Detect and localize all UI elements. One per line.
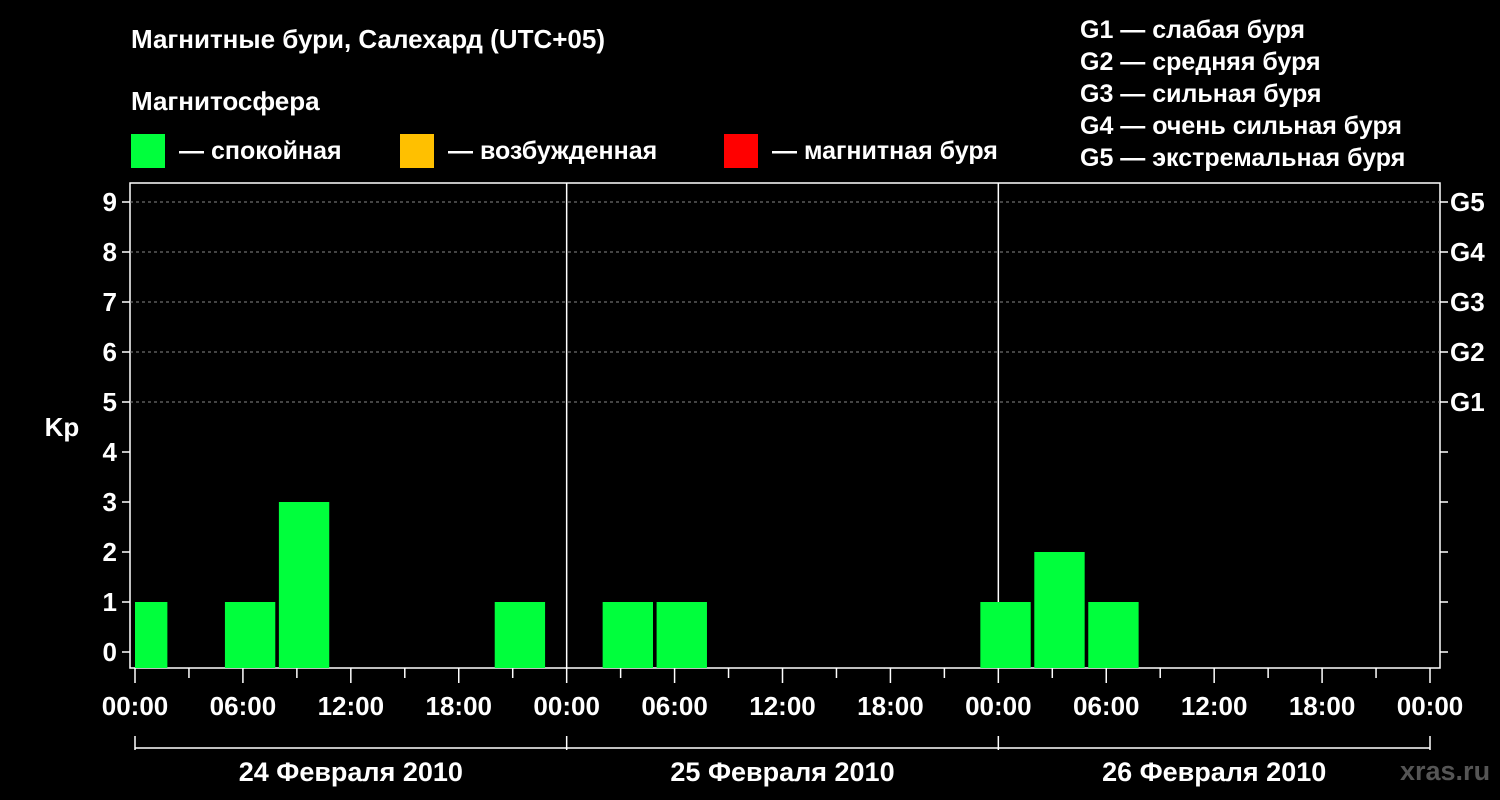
y-tick-label: 9 xyxy=(103,187,117,217)
kp-bar xyxy=(135,602,168,668)
y-axis-label: Kp xyxy=(45,412,80,442)
y-tick-label: 0 xyxy=(103,637,117,667)
kp-bar xyxy=(278,502,330,668)
kp-bar xyxy=(1034,552,1085,668)
g-level-label: G1 xyxy=(1450,387,1485,417)
x-tick-label: 06:00 xyxy=(641,691,708,721)
kp-bar xyxy=(494,602,546,668)
day-label: 25 Февраля 2010 xyxy=(670,757,894,787)
y-tick-label: 8 xyxy=(103,237,117,267)
g-level-label: G3 xyxy=(1450,287,1485,317)
y-tick-label: 6 xyxy=(103,337,117,367)
kp-bar xyxy=(602,602,653,668)
kp-bar xyxy=(980,602,1031,668)
y-tick-label: 7 xyxy=(103,287,117,317)
kp-bar xyxy=(224,602,276,668)
kp-bar xyxy=(656,602,707,668)
x-tick-label: 00:00 xyxy=(102,691,169,721)
y-tick-label: 5 xyxy=(103,387,117,417)
day-label: 26 Февраля 2010 xyxy=(1102,757,1326,787)
y-tick-label: 1 xyxy=(103,587,117,617)
watermark: xras.ru xyxy=(1400,756,1491,786)
x-tick-label: 00:00 xyxy=(965,691,1032,721)
g-level-label: G4 xyxy=(1450,237,1485,267)
x-tick-label: 12:00 xyxy=(749,691,816,721)
y-tick-label: 4 xyxy=(103,437,118,467)
g-level-label: G2 xyxy=(1450,337,1485,367)
x-tick-label: 12:00 xyxy=(318,691,385,721)
x-tick-label: 12:00 xyxy=(1181,691,1248,721)
g-level-label: G5 xyxy=(1450,187,1485,217)
x-tick-label: 18:00 xyxy=(426,691,493,721)
kp-bar xyxy=(1088,602,1139,668)
x-tick-label: 00:00 xyxy=(533,691,600,721)
x-tick-label: 00:00 xyxy=(1397,691,1464,721)
x-tick-label: 06:00 xyxy=(1073,691,1140,721)
x-tick-label: 18:00 xyxy=(857,691,924,721)
y-tick-label: 3 xyxy=(103,487,117,517)
x-tick-label: 18:00 xyxy=(1289,691,1356,721)
kp-chart: 0 1 2 3 4 5 6 7 8 9 G1 G2 G3 G4 G5 Kp 00:00 06:00 12:00 18:… xyxy=(45,182,1485,787)
y-tick-label: 2 xyxy=(103,537,117,567)
day-label: 24 Февраля 2010 xyxy=(239,757,463,787)
x-tick-label: 06:00 xyxy=(210,691,277,721)
